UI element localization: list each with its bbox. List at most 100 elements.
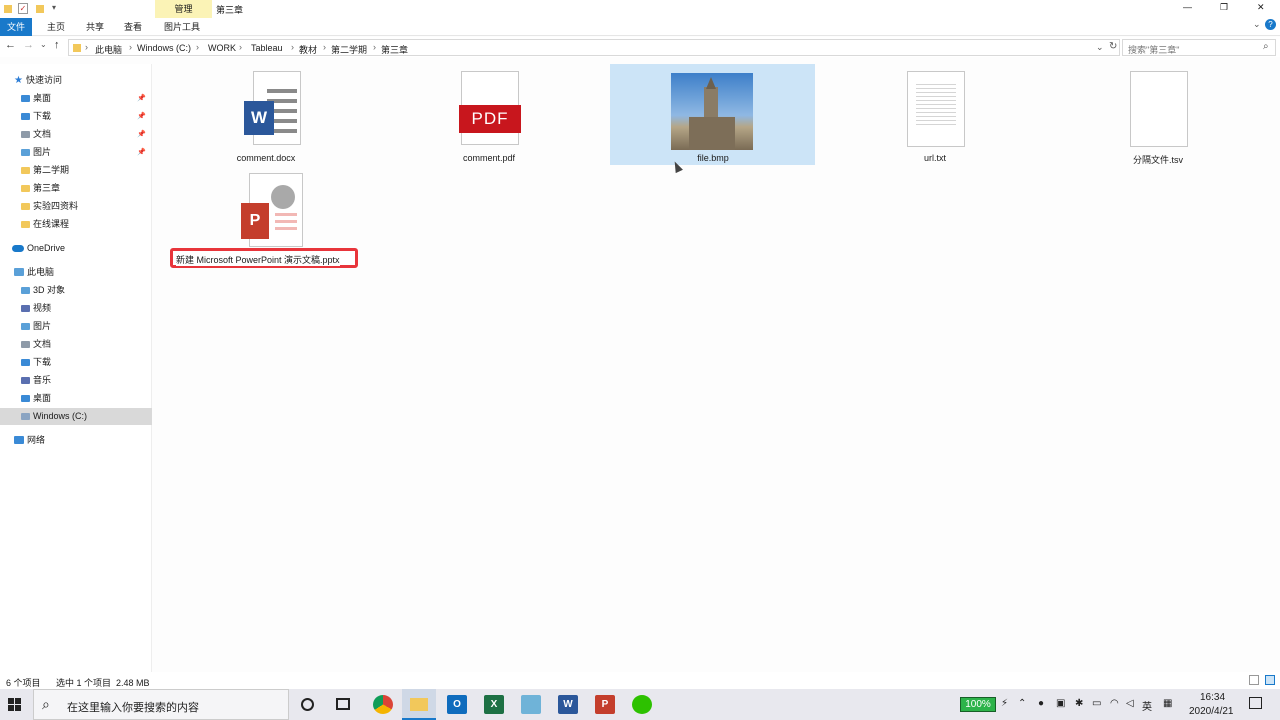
sidebar-item-pc-0[interactable]: 3D 对象 bbox=[0, 282, 152, 299]
file-list[interactable]: W comment.docx PDF comment.pdf file.bmp … bbox=[153, 57, 1280, 672]
manage-tab[interactable]: 管理 bbox=[155, 0, 212, 18]
breadcrumb-windows-c[interactable]: Windows (C:) bbox=[137, 43, 191, 53]
sidebar-item-this-pc[interactable]: 此电脑 bbox=[0, 264, 152, 281]
keyboard-icon[interactable]: ▦ bbox=[1163, 698, 1172, 709]
task-view-icon[interactable] bbox=[336, 698, 350, 710]
minimize-button[interactable]: — bbox=[1183, 2, 1192, 12]
pin-icon[interactable]: 📌 bbox=[137, 108, 146, 125]
sidebar-item-quick-1[interactable]: 下载 📌 bbox=[0, 108, 152, 125]
breadcrumb-this-pc[interactable]: 此电脑 bbox=[95, 43, 122, 56]
pin-icon[interactable]: 📌 bbox=[137, 126, 146, 143]
tab-home[interactable]: 主页 bbox=[47, 20, 65, 33]
new-folder-icon[interactable] bbox=[36, 5, 44, 13]
sidebar-item-pc-6[interactable]: 桌面 bbox=[0, 390, 152, 407]
folder-icon bbox=[4, 5, 12, 13]
sidebar-item-pc-4[interactable]: 下载 bbox=[0, 354, 152, 371]
chevron-down-icon[interactable]: ⌄ bbox=[1253, 19, 1261, 30]
maximize-button[interactable]: ❐ bbox=[1220, 2, 1228, 13]
outlook-icon[interactable]: O bbox=[447, 695, 467, 714]
cortana-icon[interactable] bbox=[301, 698, 314, 711]
sidebar-item-pc-7[interactable]: Windows (C:) bbox=[0, 408, 152, 425]
tab-file[interactable]: 文件 bbox=[0, 18, 32, 36]
breadcrumb-work[interactable]: WORK bbox=[208, 43, 236, 53]
tab-share[interactable]: 共享 bbox=[86, 20, 104, 33]
sidebar-item-pc-3[interactable]: 文档 bbox=[0, 336, 152, 353]
rename-input[interactable]: 新建 Microsoft PowerPoint 演示文稿.pptx bbox=[176, 253, 340, 266]
tray-app-icon[interactable]: ▣ bbox=[1056, 698, 1065, 709]
sidebar-item-quick-0[interactable]: 桌面 📌 bbox=[0, 90, 152, 107]
sidebar-item-quick-6[interactable]: 实验四资料 bbox=[0, 198, 152, 215]
taskbar-search-input[interactable]: 在这里输入你要搜索的内容 bbox=[67, 699, 199, 715]
excel-icon[interactable]: X bbox=[484, 695, 504, 714]
sidebar-item-pc-2[interactable]: 图片 bbox=[0, 318, 152, 335]
breadcrumb-chapter-three[interactable]: 第三章 bbox=[381, 43, 408, 56]
sidebar-item-label: Windows (C:) bbox=[33, 411, 88, 421]
sidebar-item-quick-access[interactable]: ★ 快速访问 bbox=[0, 72, 152, 89]
sidebar-item-quick-2[interactable]: 文档 📌 bbox=[0, 126, 152, 143]
search-box[interactable]: 搜索"第三章" ⌕ bbox=[1122, 39, 1276, 56]
file-item-tsv[interactable]: 分隔文件.tsv bbox=[1055, 65, 1261, 165]
folder-icon bbox=[21, 113, 30, 120]
file-item-url-txt[interactable]: url.txt bbox=[832, 65, 1038, 165]
window-title: 第三章 bbox=[216, 5, 244, 15]
tab-view[interactable]: 查看 bbox=[124, 20, 142, 33]
properties-icon[interactable]: ✓ bbox=[18, 3, 28, 14]
file-item-comment-docx[interactable]: W comment.docx bbox=[163, 65, 369, 165]
sidebar-item-pc-5[interactable]: 音乐 bbox=[0, 372, 152, 389]
up-icon[interactable]: ↑ bbox=[54, 39, 60, 51]
pin-icon[interactable]: 📌 bbox=[137, 144, 146, 161]
help-icon[interactable]: ? bbox=[1265, 19, 1276, 30]
file-item-comment-pdf[interactable]: PDF comment.pdf bbox=[386, 65, 592, 165]
close-button[interactable]: ✕ bbox=[1257, 2, 1265, 13]
breadcrumb-tableau[interactable]: Tableau bbox=[251, 43, 283, 53]
ime-indicator[interactable]: 英 bbox=[1142, 698, 1152, 713]
chevron-down-icon[interactable]: ▾ bbox=[52, 3, 56, 12]
breadcrumb-textbook[interactable]: 教材 bbox=[299, 43, 317, 56]
pin-icon[interactable]: 📌 bbox=[137, 90, 146, 107]
file-item-pptx[interactable]: P 新建 Microsoft PowerPoint 演示文稿.pptx bbox=[163, 167, 369, 272]
sidebar-item-quick-7[interactable]: 在线课程 bbox=[0, 216, 152, 233]
refresh-icon[interactable]: ↻ bbox=[1109, 41, 1117, 52]
folder-icon bbox=[21, 203, 30, 210]
wechat-icon[interactable] bbox=[632, 695, 652, 714]
sidebar-item-network[interactable]: 网络 bbox=[0, 432, 152, 449]
clock-date[interactable]: 2020/4/21 bbox=[1189, 706, 1234, 717]
address-bar[interactable]: › 此电脑 › Windows (C:) › WORK › Tableau › … bbox=[68, 39, 1120, 56]
battery-indicator[interactable]: 100% bbox=[960, 697, 996, 712]
notification-icon[interactable] bbox=[1249, 697, 1262, 709]
breadcrumb-second-semester[interactable]: 第二学期 bbox=[331, 43, 367, 56]
bluetooth-icon[interactable]: ✱ bbox=[1075, 698, 1083, 709]
app-icon[interactable] bbox=[521, 695, 541, 714]
sidebar-item-quick-4[interactable]: 第二学期 bbox=[0, 162, 152, 179]
forward-icon[interactable]: → bbox=[23, 39, 34, 51]
back-icon[interactable]: ← bbox=[5, 39, 16, 51]
rename-box[interactable]: 新建 Microsoft PowerPoint 演示文稿.pptx bbox=[170, 248, 358, 268]
battery-icon[interactable]: ▭ bbox=[1092, 698, 1101, 709]
wifi-icon[interactable]: ◠ bbox=[1110, 698, 1119, 709]
tab-picture-tools[interactable]: 图片工具 bbox=[164, 20, 200, 33]
start-button[interactable] bbox=[8, 698, 21, 711]
clock-time[interactable]: 16:34 bbox=[1200, 692, 1225, 703]
volume-icon[interactable]: ◁ bbox=[1126, 698, 1134, 709]
large-icons-view-icon[interactable] bbox=[1265, 675, 1275, 685]
taskbar-search[interactable]: ⌕ 在这里输入你要搜索的内容 bbox=[33, 689, 289, 720]
file-item-file-bmp[interactable]: file.bmp bbox=[610, 64, 815, 165]
microphone-icon[interactable]: ● bbox=[1038, 698, 1044, 709]
chevron-up-icon[interactable]: ⌃ bbox=[1018, 698, 1026, 709]
sidebar-item-label: 网络 bbox=[27, 435, 46, 445]
sidebar-item-quick-3[interactable]: 图片 📌 bbox=[0, 144, 152, 161]
explorer-taskbar-button[interactable] bbox=[402, 689, 436, 720]
sidebar-item-pc-1[interactable]: 视频 bbox=[0, 300, 152, 317]
power-plug-icon[interactable]: ⚡ bbox=[1001, 698, 1008, 709]
search-icon[interactable]: ⌕ bbox=[1263, 41, 1269, 52]
chrome-icon[interactable] bbox=[373, 695, 393, 714]
sidebar-item-quick-5[interactable]: 第三章 bbox=[0, 180, 152, 197]
chevron-down-icon[interactable]: ⌄ bbox=[1096, 42, 1104, 53]
search-input[interactable]: 搜索"第三章" bbox=[1128, 43, 1179, 56]
folder-icon bbox=[21, 359, 30, 366]
recent-locations-icon[interactable]: ⌄ bbox=[40, 40, 47, 49]
sidebar-item-onedrive[interactable]: OneDrive bbox=[0, 240, 152, 257]
word-taskbar-icon[interactable]: W bbox=[558, 695, 578, 714]
details-view-icon[interactable] bbox=[1249, 675, 1259, 685]
powerpoint-taskbar-icon[interactable]: P bbox=[595, 695, 615, 714]
